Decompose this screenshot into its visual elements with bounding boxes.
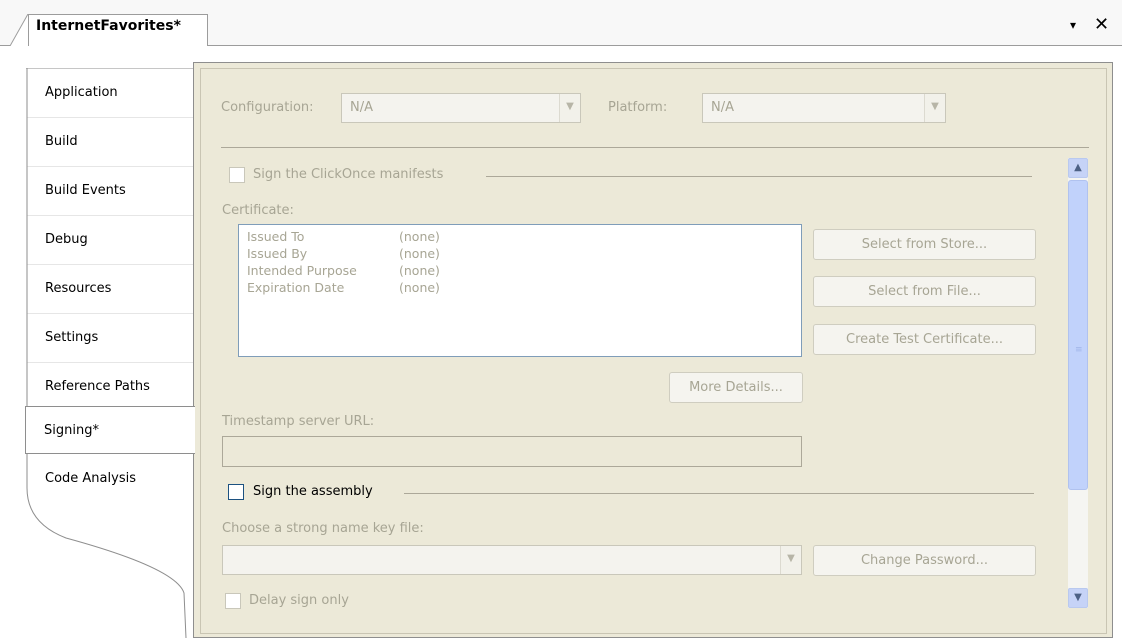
assembly-separator xyxy=(404,493,1034,494)
strong-name-combo[interactable]: ▼ xyxy=(222,545,802,575)
select-from-file-button[interactable]: Select from File... xyxy=(813,276,1036,307)
sign-assembly-label: Sign the assembly xyxy=(253,484,373,499)
delay-sign-label: Delay sign only xyxy=(249,593,349,608)
clickonce-checkbox[interactable] xyxy=(229,167,245,183)
cert-purpose-key: Intended Purpose xyxy=(247,263,357,278)
timestamp-url-input[interactable] xyxy=(222,436,802,467)
chevron-down-icon[interactable]: ▼ xyxy=(924,94,945,122)
certificate-info-box: Issued To (none) Issued By (none) Intend… xyxy=(238,224,802,357)
cert-issued-by-value: (none) xyxy=(399,246,440,261)
chevron-down-icon[interactable]: ▼ xyxy=(559,94,580,122)
select-from-store-button[interactable]: Select from Store... xyxy=(813,229,1036,260)
delay-sign-checkbox[interactable] xyxy=(225,593,241,609)
tab-label: Signing* xyxy=(44,423,99,438)
timestamp-url-label: Timestamp server URL: xyxy=(222,414,375,429)
cert-issued-to-value: (none) xyxy=(399,229,440,244)
strong-name-label: Choose a strong name key file: xyxy=(222,521,424,536)
more-details-button[interactable]: More Details... xyxy=(669,372,803,403)
grip-icon: ≡ xyxy=(1075,345,1083,355)
header-separator xyxy=(221,147,1089,148)
scroll-down-icon[interactable]: ▼ xyxy=(1068,588,1088,608)
platform-label: Platform: xyxy=(608,100,668,115)
vertical-scrollbar[interactable]: ▲ ≡ ▼ xyxy=(1068,158,1088,608)
clickonce-separator xyxy=(486,176,1032,177)
platform-value: N/A xyxy=(711,100,734,115)
sign-assembly-checkbox[interactable] xyxy=(228,484,244,500)
configuration-label: Configuration: xyxy=(221,100,314,115)
cert-purpose-value: (none) xyxy=(399,263,440,278)
configuration-combo[interactable]: N/A ▼ xyxy=(341,93,581,123)
cert-expiration-key: Expiration Date xyxy=(247,280,345,295)
tabs-outline xyxy=(26,68,194,638)
scrollbar-thumb[interactable]: ≡ xyxy=(1068,180,1088,490)
configuration-value: N/A xyxy=(350,100,373,115)
change-password-button[interactable]: Change Password... xyxy=(813,545,1036,576)
document-tab-title: InternetFavorites* xyxy=(36,18,181,34)
platform-combo[interactable]: N/A ▼ xyxy=(702,93,946,123)
create-test-certificate-button[interactable]: Create Test Certificate... xyxy=(813,324,1036,355)
clickonce-label: Sign the ClickOnce manifests xyxy=(253,167,444,182)
scroll-up-icon[interactable]: ▲ xyxy=(1068,158,1088,178)
certificate-label: Certificate: xyxy=(222,203,294,218)
chevron-down-icon[interactable]: ▼ xyxy=(780,546,801,574)
tab-signing[interactable]: Signing* xyxy=(25,406,195,454)
cert-issued-to-key: Issued To xyxy=(247,229,305,244)
window-dropdown-icon[interactable]: ▾ xyxy=(1070,18,1076,32)
cert-expiration-value: (none) xyxy=(399,280,440,295)
cert-issued-by-key: Issued By xyxy=(247,246,308,261)
close-icon[interactable]: ✕ xyxy=(1094,14,1109,35)
